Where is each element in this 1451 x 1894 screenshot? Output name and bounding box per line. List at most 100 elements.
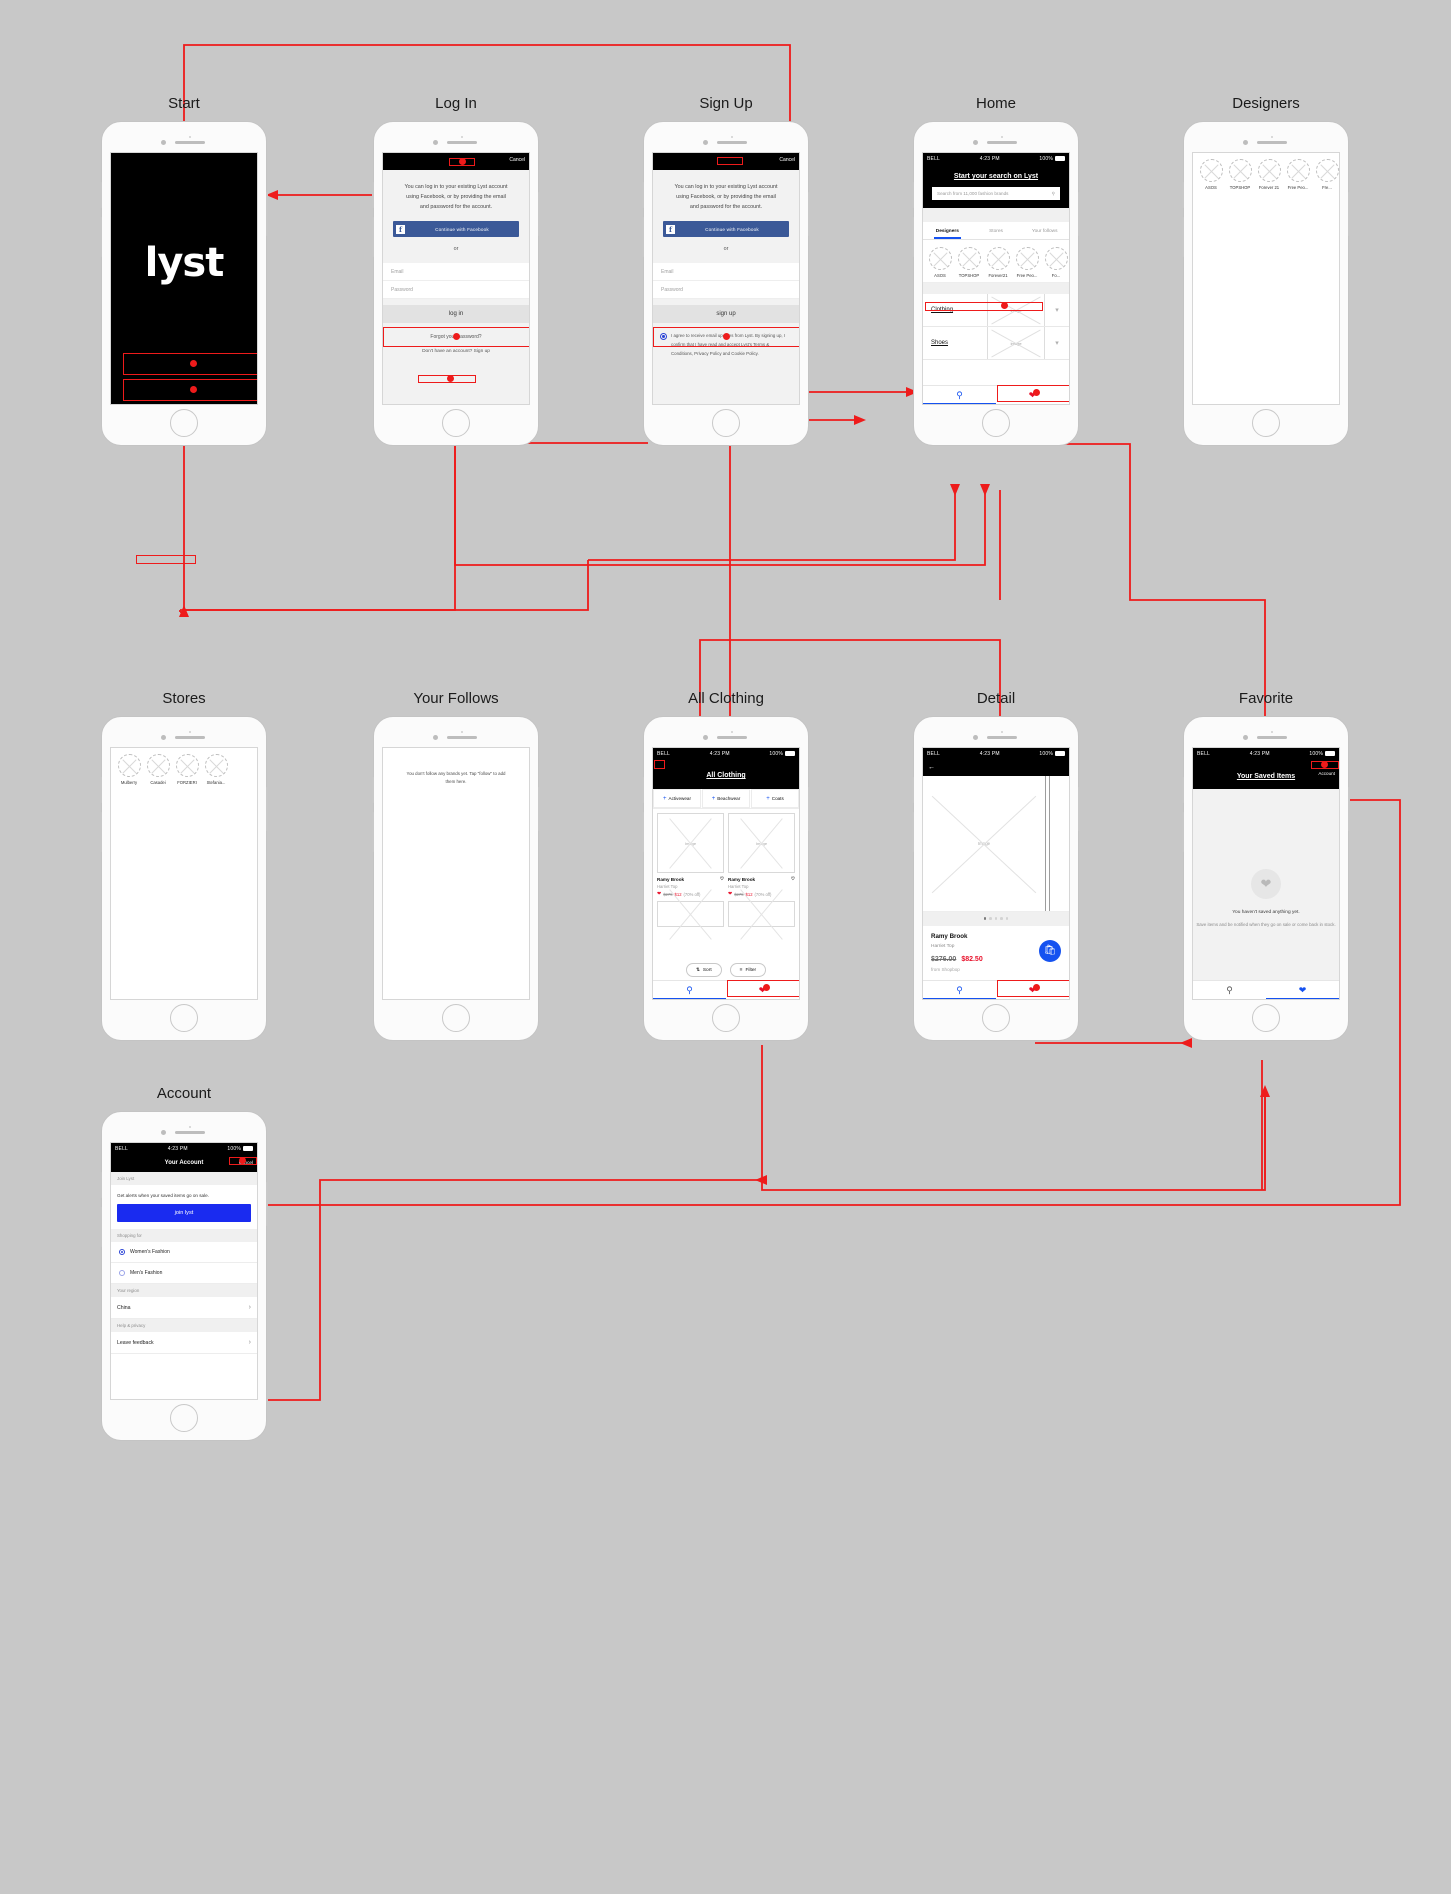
battery-icon (784, 751, 795, 756)
login-submit-button[interactable]: log in (383, 305, 529, 323)
phone-home-button[interactable] (170, 1404, 198, 1432)
region-value: China (117, 1304, 131, 1311)
spacer (923, 283, 1069, 294)
search-input[interactable]: Search from 11,000 fashion brands ⚲ (932, 187, 1060, 200)
option-mens-fashion[interactable]: Men's Fashion (111, 1263, 257, 1284)
ios-status-bar: BELL 4:23 PM 100% (923, 153, 1069, 164)
phone-display: lyst (110, 152, 258, 405)
brand-item[interactable]: FORZIERI (174, 754, 200, 785)
password-field[interactable]: Password (653, 281, 799, 299)
screen-title-favorite: Favorite (1238, 690, 1294, 707)
carousel-dot[interactable] (989, 917, 992, 920)
annotation-skip-link[interactable] (136, 555, 196, 564)
discount: (70% off) (754, 891, 772, 897)
phone-display: BELL 4:23 PM 100% Your Account Cancel Jo… (110, 1142, 258, 1400)
brand-item[interactable]: Stefania... (203, 754, 229, 785)
brand-item[interactable]: Fo... (1043, 247, 1069, 278)
brand-item[interactable]: Mulberry (116, 754, 142, 785)
product-card[interactable]: Image Ramy Brook ♡ Harriet Top ❤ $275 $1… (728, 813, 795, 897)
or-divider: or (723, 246, 729, 252)
product-card[interactable] (728, 901, 795, 927)
product-brand-row: Ramy Brook ♡ (728, 876, 795, 882)
favorite-empty-title: You haven't saved anything yet. (1232, 909, 1300, 915)
basket-icon[interactable]: 🛍 (1039, 939, 1061, 962)
brand-item[interactable]: ASOS (927, 247, 953, 278)
phone-camera (1243, 731, 1289, 741)
brand-item[interactable]: Fre... (1314, 159, 1339, 190)
cancel-button[interactable]: Cancel (779, 157, 795, 163)
phone-home-button[interactable] (712, 1004, 740, 1032)
back-arrow-icon[interactable]: ← (928, 764, 935, 771)
region-row[interactable]: China › (111, 1297, 257, 1319)
brand-avatar-icon (1044, 247, 1068, 270)
email-field[interactable]: Email (653, 263, 799, 281)
tab-designers[interactable]: Designers (923, 222, 972, 239)
carousel-dot[interactable] (983, 917, 987, 920)
annotation-clothing-row[interactable] (925, 302, 1043, 311)
product-brand: Ramy Brook (657, 876, 685, 882)
carousel-dot[interactable] (994, 917, 998, 920)
brand-item[interactable]: Forever21 (985, 247, 1011, 278)
sort-button[interactable]: ⇅ Sort (685, 963, 722, 977)
filter-button[interactable]: ≡ Filter (729, 963, 767, 977)
phone-frame: You don't follow any brands yet. Tap "fo… (372, 716, 540, 1041)
account-link[interactable]: Account (1318, 771, 1335, 776)
chip-coats[interactable]: + Coats (751, 789, 799, 808)
product-grid: Image Ramy Brook ♡ Harriet Top ❤ $275 $1… (653, 809, 799, 901)
brand-item[interactable]: Forever 21 (1256, 159, 1282, 190)
phone-home-button[interactable] (982, 1004, 1010, 1032)
join-lyst-button[interactable]: join lyst (117, 1204, 251, 1222)
product-grid-row2 (653, 901, 799, 931)
facebook-login-button[interactable]: f Continue with Facebook (393, 221, 519, 237)
annotation-cancel[interactable] (717, 157, 743, 165)
leave-feedback-row[interactable]: Leave feedback › (111, 1332, 257, 1354)
status-carrier: BELL (927, 155, 941, 162)
chevron-down-icon[interactable]: ▾ (1045, 294, 1069, 326)
phone-home-button[interactable] (442, 1004, 470, 1032)
category-row-shoes[interactable]: Shoes Image ▾ (923, 327, 1069, 360)
password-field[interactable]: Password (383, 281, 529, 299)
detail-navbar: ← (923, 759, 1069, 776)
phone-home-button[interactable] (1252, 1004, 1280, 1032)
phone-home-button[interactable] (170, 409, 198, 437)
facebook-signup-button[interactable]: f Continue with Facebook (663, 221, 789, 237)
brand-item[interactable]: TOPSHOP (956, 247, 982, 278)
brand-item[interactable]: TOPSHOP (1227, 159, 1253, 190)
signup-submit-button[interactable]: sign up (653, 305, 799, 323)
tabbar-search[interactable]: ⚲ (923, 386, 996, 404)
status-battery-text: 100% (769, 750, 783, 757)
search-icon[interactable]: ⚲ (1052, 191, 1055, 197)
tabbar-saved[interactable]: ❤ (1266, 981, 1339, 999)
heart-outline-icon[interactable]: ♡ (720, 876, 724, 882)
phone-home-button[interactable] (1252, 409, 1280, 437)
email-field[interactable]: Email (383, 263, 529, 281)
phone-home-button[interactable] (982, 409, 1010, 437)
tab-your-follows[interactable]: Your follows (1020, 222, 1069, 239)
tabbar-search[interactable]: ⚲ (653, 981, 726, 999)
product-card[interactable] (657, 901, 724, 927)
brand-item[interactable]: Free Peo... (1014, 247, 1040, 278)
chevron-down-icon[interactable]: ▾ (1045, 327, 1069, 359)
phone-home-button[interactable] (712, 409, 740, 437)
phone-home-button[interactable] (170, 1004, 198, 1032)
carousel-dot[interactable] (1005, 917, 1009, 920)
brand-item[interactable]: Casadei (145, 754, 171, 785)
tab-stores[interactable]: Stores (972, 222, 1021, 239)
carousel-dot[interactable] (1000, 917, 1003, 920)
status-battery: 100% (1039, 156, 1065, 162)
tabbar-search[interactable]: ⚲ (1193, 981, 1266, 999)
tabbar-search[interactable]: ⚲ (923, 981, 996, 999)
option-label: Women's Fashion (130, 1249, 170, 1255)
search-icon: ⚲ (686, 984, 693, 995)
brand-item[interactable]: Free Peo... (1285, 159, 1311, 190)
detail-brand: Ramy Brook (931, 932, 968, 940)
cancel-button[interactable]: Cancel (509, 157, 525, 163)
chip-beachwear[interactable]: + Beachwear (702, 789, 750, 808)
phone-home-button[interactable] (442, 409, 470, 437)
option-womens-fashion[interactable]: Women's Fashion (111, 1242, 257, 1263)
product-card[interactable]: Image Ramy Brook ♡ Harriet Top ❤ $275 $1… (657, 813, 724, 897)
heart-outline-icon[interactable]: ♡ (791, 876, 795, 882)
chip-activewear[interactable]: + Activewear (653, 789, 701, 808)
brand-item[interactable]: ASOS (1198, 159, 1224, 190)
annotation-back[interactable] (654, 760, 665, 769)
